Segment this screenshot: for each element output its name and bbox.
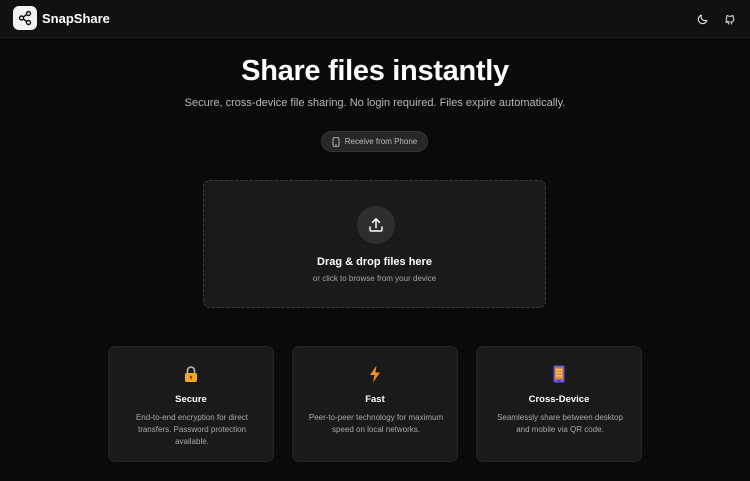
mobile-device-icon: [553, 365, 565, 383]
dropzone-title: Drag & drop files here: [317, 256, 432, 268]
phone-icon: [332, 136, 340, 147]
lightning-icon: [370, 365, 380, 383]
upload-button[interactable]: [357, 206, 395, 244]
receive-button-label: Receive from Phone: [344, 137, 418, 146]
feature-icon-wrap: [477, 364, 641, 384]
dropzone-subtitle: or click to browse from your device: [312, 274, 437, 283]
feature-icon-wrap: [109, 364, 273, 384]
page-title: Share files instantly: [241, 55, 509, 87]
brand-name[interactable]: SnapShare: [42, 11, 110, 26]
file-dropzone[interactable]: Drag & drop files here or click to brows…: [203, 180, 546, 308]
feature-title: Fast: [365, 394, 385, 405]
github-icon: [725, 15, 735, 25]
feature-card-secure: Secure End-to-end encryption for direct …: [108, 346, 274, 462]
logo[interactable]: [13, 6, 37, 30]
upload-icon: [369, 218, 383, 232]
receive-from-phone-button[interactable]: Receive from Phone: [321, 131, 428, 152]
top-bar: SnapShare: [0, 0, 750, 38]
feature-description: End-to-end encryption for direct transfe…: [135, 413, 249, 446]
feature-card-cross-device: Cross-Device Seamlessly share between de…: [476, 346, 642, 462]
moon-icon: [697, 14, 708, 25]
feature-card-fast: Fast Peer-to-peer technology for maximum…: [292, 346, 458, 462]
github-link[interactable]: [720, 9, 740, 29]
feature-description: Seamlessly share between desktop and mob…: [497, 413, 623, 434]
share-icon: [18, 10, 32, 26]
theme-toggle-button[interactable]: [693, 9, 713, 29]
feature-title: Secure: [175, 394, 207, 405]
feature-title: Cross-Device: [528, 394, 590, 405]
page-subtitle: Secure, cross-device file sharing. No lo…: [184, 97, 566, 109]
feature-icon-wrap: [293, 364, 457, 384]
feature-description: Peer-to-peer technology for maximum spee…: [308, 413, 444, 434]
lock-icon: [185, 366, 197, 382]
